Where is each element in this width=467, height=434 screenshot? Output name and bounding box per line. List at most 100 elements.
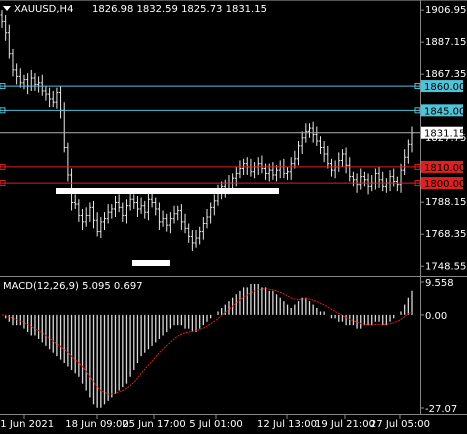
- price-bar: [212, 194, 216, 216]
- macd-histogram: [5, 283, 413, 408]
- price-bar: [92, 200, 96, 229]
- price-bar: [351, 171, 355, 187]
- price-bar: [15, 63, 19, 85]
- price-bar: [26, 73, 30, 95]
- price-bar: [198, 226, 202, 245]
- price-tick-label: 1788.15: [425, 197, 466, 208]
- price-bar: [48, 87, 52, 108]
- macd-axis[interactable]: 9.558 0.00 -27.07: [420, 278, 457, 415]
- price-bar: [154, 197, 158, 216]
- price-bar: [59, 86, 63, 119]
- price-bar: [410, 126, 414, 153]
- time-tick-label: 11 Jun 2021: [0, 419, 54, 430]
- price-bar: [340, 149, 344, 167]
- price-bar: [278, 160, 282, 179]
- price-bar: [194, 229, 198, 248]
- price-bar: [73, 194, 77, 209]
- level-line_1810[interactable]: 1810.00: [0, 160, 465, 174]
- price-bar: [403, 149, 407, 175]
- price-bar: [333, 160, 337, 179]
- support-zone-upper[interactable]: [56, 188, 279, 194]
- price-bar: [77, 199, 81, 222]
- price-candles: [0, 10, 414, 251]
- price-bar: [399, 163, 403, 193]
- time-tick-label: 27 Jul 05:00: [370, 419, 430, 430]
- price-bar: [18, 68, 22, 88]
- price-bar: [132, 194, 136, 209]
- price-bar: [179, 204, 183, 230]
- time-axis[interactable]: 11 Jun 2021 18 Jun 09:0025 Jun 17:005 Jul…: [0, 415, 430, 430]
- price-bar: [388, 170, 392, 192]
- price-bar: [366, 173, 370, 195]
- time-tick-label: 18 Jun 09:00: [65, 419, 129, 430]
- price-bar: [161, 210, 165, 227]
- level-price-label: 1860.00: [424, 82, 465, 93]
- level-price-label: 1845.00: [424, 106, 465, 117]
- macd-tick-label: 9.558: [425, 278, 454, 289]
- price-bar: [183, 213, 187, 234]
- price-bar: [22, 74, 26, 90]
- price-bar: [267, 163, 271, 182]
- price-bar: [0, 10, 4, 28]
- price-bar: [286, 166, 290, 180]
- price-tick-label: 1906.95: [425, 5, 466, 16]
- price-bar: [146, 192, 150, 221]
- price-bar: [124, 199, 128, 224]
- chart-window[interactable]: XAUUSD,H4 1826.98 1832.59 1825.73 1831.1…: [0, 0, 467, 434]
- price-bar: [318, 136, 322, 154]
- time-tick-label: 19 Jul 21:00: [315, 419, 375, 430]
- price-bar: [329, 158, 333, 177]
- price-bar: [187, 223, 191, 243]
- price-bar: [44, 86, 48, 101]
- price-bar: [110, 204, 114, 219]
- price-tick-label: 1867.35: [425, 69, 466, 80]
- price-tick-label: 1887.15: [425, 37, 466, 48]
- price-bar: [165, 213, 169, 232]
- price-bar: [176, 205, 180, 221]
- price-bar: [81, 208, 85, 230]
- price-bar: [135, 196, 139, 218]
- price-bar: [66, 142, 70, 182]
- level-price-label: 1831.15: [424, 129, 465, 140]
- price-bar: [348, 157, 352, 182]
- ohlc-values: 1826.98 1832.59 1825.73 1831.15: [92, 4, 267, 15]
- triangle-down-icon[interactable]: [3, 6, 11, 11]
- price-bar: [201, 217, 205, 240]
- price-bar: [300, 131, 304, 154]
- price-bar: [373, 168, 377, 190]
- level-current[interactable]: 1831.15: [0, 126, 465, 140]
- price-bar: [113, 196, 117, 218]
- price-bar: [51, 90, 55, 108]
- price-bar: [121, 202, 125, 222]
- price-bar: [297, 141, 301, 166]
- support-zone-lower[interactable]: [132, 260, 170, 266]
- price-bar: [293, 150, 297, 169]
- price-bar: [260, 155, 264, 174]
- price-bar: [7, 24, 11, 59]
- price-bar: [337, 152, 341, 172]
- price-bar: [95, 212, 99, 237]
- price-bar: [315, 126, 319, 146]
- time-tick-label: 5 Jul 01:00: [189, 419, 243, 430]
- macd-tick-label: -27.07: [425, 404, 457, 415]
- price-bar: [128, 191, 132, 211]
- price-bar: [33, 73, 37, 91]
- level-line_1860[interactable]: 1860.00: [0, 80, 465, 93]
- price-bar: [157, 202, 161, 230]
- price-bar: [231, 173, 235, 190]
- price-bar: [4, 14, 8, 41]
- price-bar: [11, 48, 15, 77]
- price-bar: [99, 217, 103, 239]
- price-bar: [40, 74, 44, 96]
- price-bar: [172, 205, 176, 224]
- macd-signal-line: [1, 288, 413, 395]
- price-bar: [392, 168, 396, 187]
- price-bar: [308, 123, 311, 138]
- level-line_1845[interactable]: 1845.00: [0, 104, 465, 117]
- price-bar: [264, 163, 268, 180]
- price-bar: [139, 197, 143, 214]
- price-bar: [84, 207, 88, 227]
- price-bar: [322, 141, 326, 163]
- price-bar: [205, 208, 209, 229]
- price-bar: [256, 157, 260, 175]
